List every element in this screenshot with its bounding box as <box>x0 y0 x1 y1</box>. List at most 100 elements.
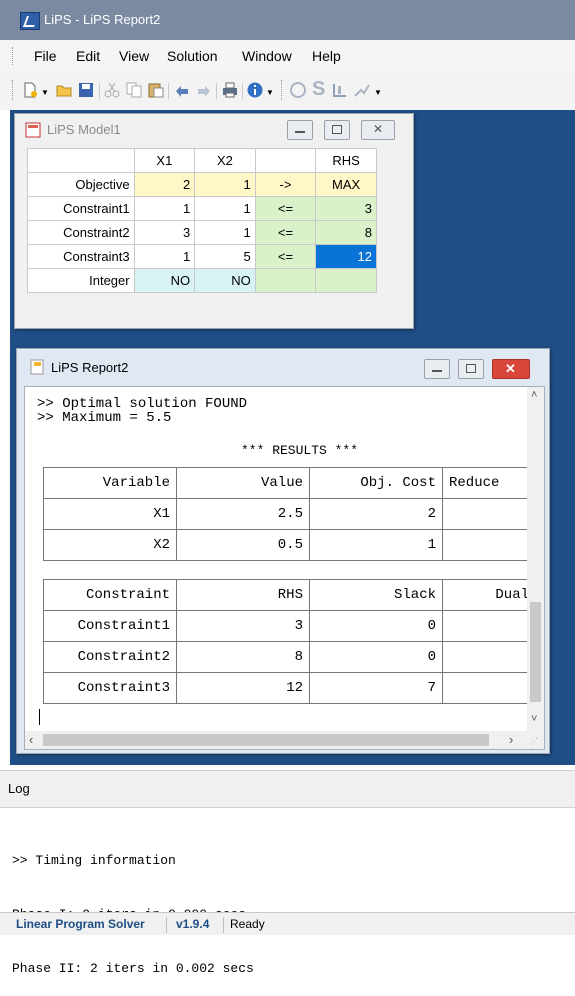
grid-row-constraint1: Constraint1 1 1 <= 3 <box>27 196 377 221</box>
s-icon[interactable]: S <box>312 78 325 101</box>
resize-grip-icon[interactable]: ⋰ <box>530 737 538 746</box>
dropdown-arrow-icon[interactable]: ▼ <box>41 88 49 97</box>
toolbar-grip <box>12 80 16 100</box>
toolbar: ▼ ▼ S ▼ <box>0 70 575 110</box>
table-row: Constraint3 12 7 <box>43 672 536 704</box>
cell-x1[interactable]: 3 <box>133 220 196 245</box>
status-version: v1.9.4 <box>176 917 210 931</box>
menu-window[interactable]: Window <box>242 48 292 64</box>
toolbar-separator <box>168 83 169 99</box>
text-caret <box>39 709 40 725</box>
vertical-scroll-thumb[interactable] <box>530 602 541 702</box>
cell-rhs[interactable]: MAX <box>315 172 377 197</box>
scroll-right-icon[interactable]: › <box>509 732 513 747</box>
copy-icon[interactable] <box>126 82 142 98</box>
con-dual <box>442 610 536 642</box>
print-icon[interactable] <box>222 82 238 98</box>
horizontal-scroll-thumb[interactable] <box>43 734 489 746</box>
menu-edit[interactable]: Edit <box>76 48 100 64</box>
maximize-button[interactable] <box>324 120 350 140</box>
maximize-button[interactable] <box>458 359 484 379</box>
scroll-left-icon[interactable]: ‹ <box>29 732 33 747</box>
scroll-down-icon[interactable]: ˅ <box>531 713 537 725</box>
report-text-area[interactable]: >> Optimal solution FOUND >> Maximum = 5… <box>24 386 545 750</box>
variables-header-row: Variable Value Obj. Cost Reduce <box>43 467 536 499</box>
menu-bar: File Edit View Solution Window Help <box>0 40 575 71</box>
save-icon[interactable] <box>78 82 94 98</box>
cell-x1[interactable]: NO <box>133 268 196 293</box>
vertical-scrollbar[interactable]: ˄ ˅ <box>527 387 544 731</box>
cell-op[interactable]: -> <box>254 172 317 197</box>
info-icon[interactable] <box>247 82 263 98</box>
minimize-button[interactable] <box>287 120 313 140</box>
overflow-arrow-icon[interactable]: ▼ <box>266 88 274 97</box>
log-title: Log <box>8 781 30 796</box>
graph-icon[interactable] <box>354 82 370 98</box>
scroll-up-icon[interactable]: ˄ <box>531 389 537 401</box>
cell-rhs-selected[interactable]: 12 <box>315 244 377 269</box>
col-obj-cost: Obj. Cost <box>309 467 443 499</box>
cell-op[interactable]: <= <box>254 196 317 221</box>
cell-x2[interactable]: 5 <box>194 244 256 269</box>
var-name: X1 <box>43 498 177 530</box>
cell-op[interactable]: <= <box>254 220 317 245</box>
horizontal-scrollbar[interactable]: ‹ › ⋰ <box>25 731 544 749</box>
cell-rhs[interactable]: 3 <box>315 196 377 221</box>
menu-file[interactable]: File <box>34 48 57 64</box>
menu-help[interactable]: Help <box>312 48 341 64</box>
model-window-titlebar[interactable]: LiPS Model1 ✕ <box>15 114 413 146</box>
cell-x2[interactable]: 1 <box>194 220 256 245</box>
close-button[interactable]: ✕ <box>361 120 395 140</box>
menu-solution[interactable]: Solution <box>167 48 218 64</box>
result-line-1: >> Optimal solution FOUND <box>37 396 248 412</box>
cell-x2[interactable]: 1 <box>194 196 256 221</box>
menu-view[interactable]: View <box>119 48 149 64</box>
model-window[interactable]: LiPS Model1 ✕ X1 X2 RHS Objective 2 1 ->… <box>14 113 414 329</box>
paste-icon[interactable] <box>148 82 164 98</box>
cell-op[interactable] <box>254 268 317 293</box>
col-reduced: Reduce <box>442 467 536 499</box>
window-title: LiPS - LiPS Report2 <box>44 12 161 27</box>
cell-x1[interactable]: 1 <box>133 196 196 221</box>
model-grid[interactable]: X1 X2 RHS Objective 2 1 -> MAX Constrain… <box>27 148 377 293</box>
header-x1: X1 <box>133 148 196 173</box>
close-button[interactable]: ✕ <box>492 359 530 379</box>
log-line: >> Timing information <box>12 853 176 868</box>
col-variable: Variable <box>43 467 177 499</box>
cell-rhs[interactable] <box>315 268 377 293</box>
new-icon[interactable] <box>22 82 38 98</box>
overflow-arrow-icon[interactable]: ▼ <box>374 88 382 97</box>
cell-x2[interactable]: 1 <box>194 172 256 197</box>
report-window[interactable]: LiPS Report2 ✕ >> Optimal solution FOUND… <box>16 348 550 754</box>
grid-row-constraint3: Constraint3 1 5 <= 12 <box>27 244 377 269</box>
col-dual: Dual <box>442 579 536 611</box>
minimize-button[interactable] <box>424 359 450 379</box>
con-rhs: 3 <box>176 610 310 642</box>
redo-icon[interactable] <box>196 82 212 98</box>
status-state: Ready <box>230 917 265 931</box>
var-value: 2.5 <box>176 498 310 530</box>
report-window-titlebar[interactable]: LiPS Report2 ✕ <box>17 349 549 381</box>
con-name: Constraint2 <box>43 641 177 673</box>
cell-op[interactable]: <= <box>254 244 317 269</box>
row-label: Objective <box>27 172 135 197</box>
table-row: X1 2.5 2 <box>43 498 536 530</box>
toolbar-grip <box>281 80 285 100</box>
constraints-header-row: Constraint RHS Slack Dual <box>43 579 536 611</box>
cut-icon[interactable] <box>104 82 120 98</box>
col-value: Value <box>176 467 310 499</box>
cell-x1[interactable]: 1 <box>133 244 196 269</box>
cell-rhs[interactable]: 8 <box>315 220 377 245</box>
var-reduced <box>442 529 536 561</box>
var-cost: 2 <box>309 498 443 530</box>
con-rhs: 8 <box>176 641 310 673</box>
cell-x1[interactable]: 2 <box>133 172 196 197</box>
con-dual <box>442 672 536 704</box>
grid-row-constraint2: Constraint2 3 1 <= 8 <box>27 220 377 245</box>
undo-icon[interactable] <box>174 82 190 98</box>
log-output: >> Timing information Phase I: 0 iters i… <box>12 816 254 996</box>
run-icon[interactable] <box>290 82 306 98</box>
cell-x2[interactable]: NO <box>194 268 256 293</box>
chart-icon[interactable] <box>332 82 348 98</box>
open-icon[interactable] <box>56 82 72 98</box>
